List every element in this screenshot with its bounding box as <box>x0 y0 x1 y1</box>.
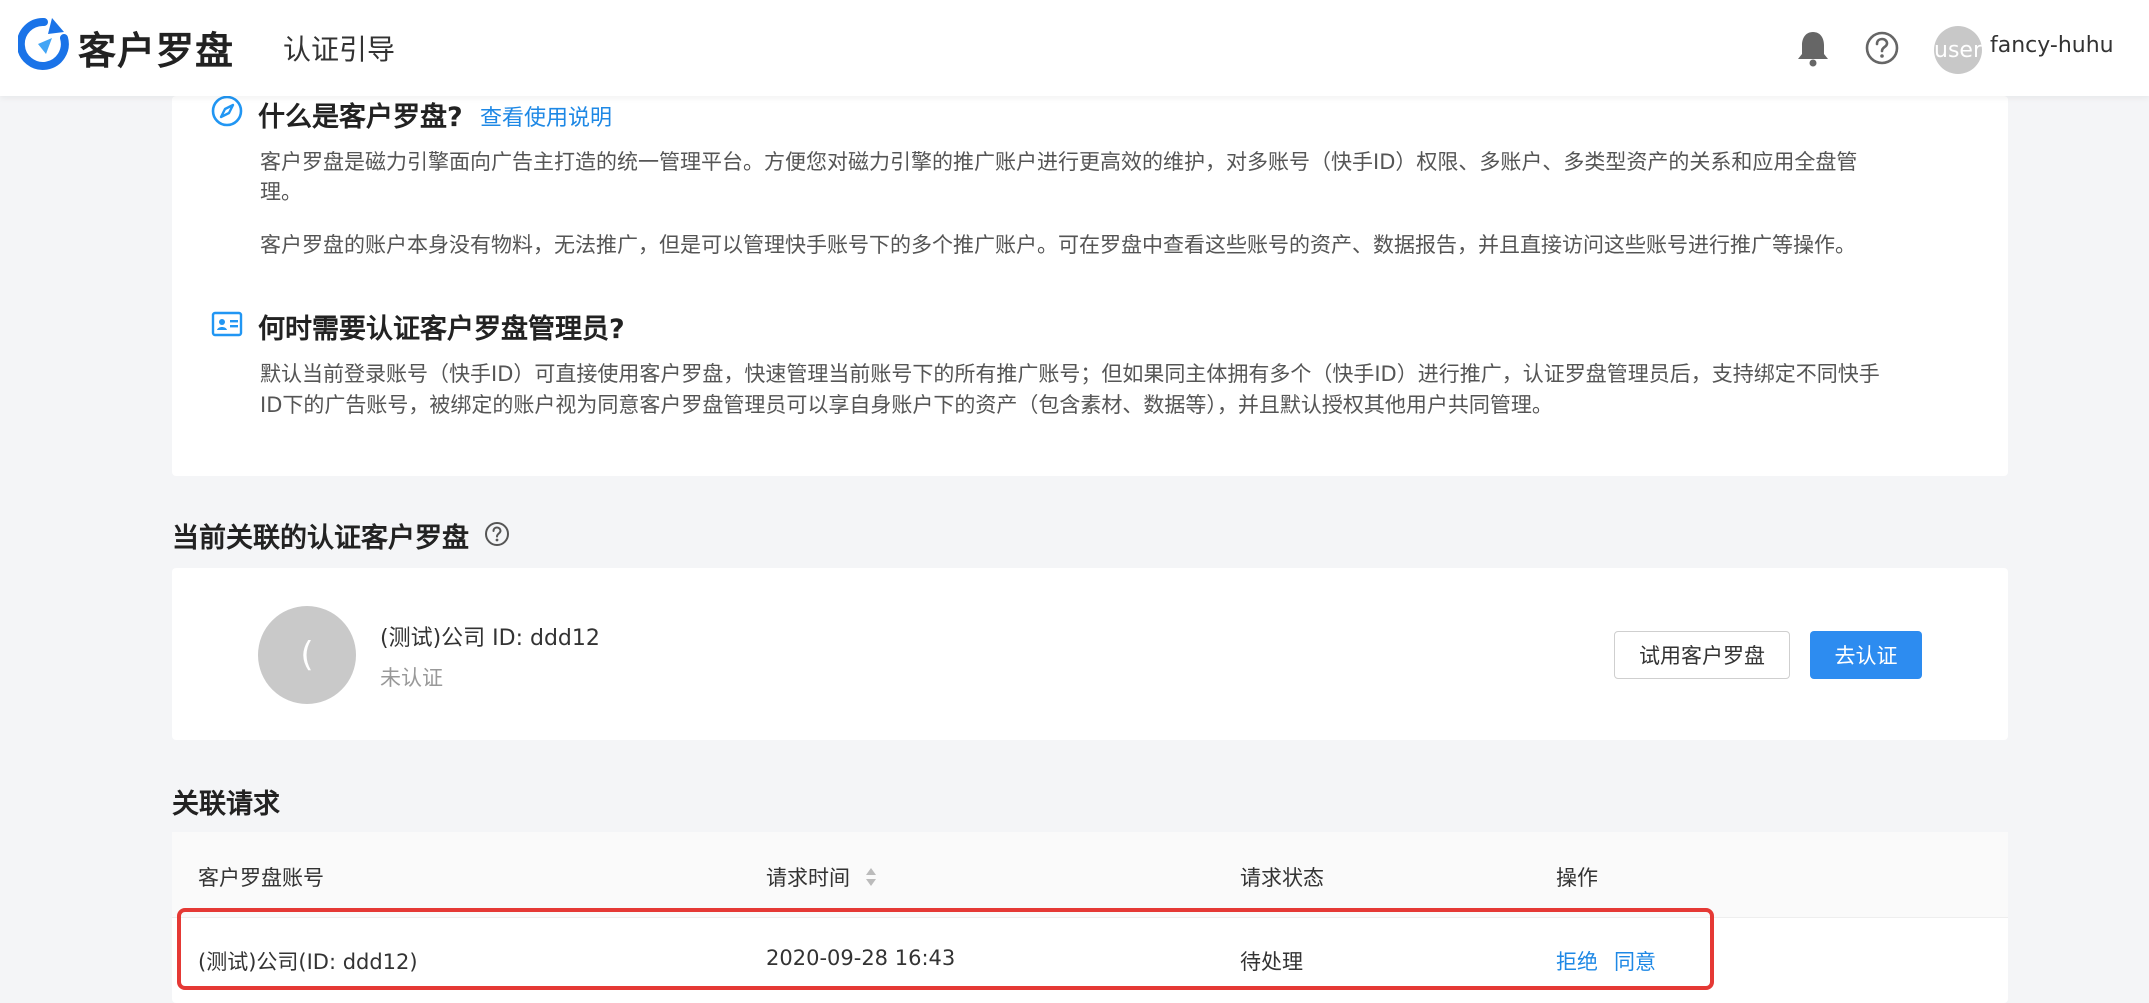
id-card-icon <box>211 311 243 337</box>
compass-logo-icon[interactable] <box>18 16 70 78</box>
what-is-paragraph-1-line-1: 客户罗盘是磁力引擎面向广告主打造的统一管理平台。方便您对磁力引擎的推广账户进行更… <box>260 150 1858 174</box>
when-paragraph-line-1: 默认当前登录账号（快手ID）可直接使用客户罗盘，快速管理当前账号下的所有推广账号… <box>260 362 1880 386</box>
compass-icon <box>211 95 243 127</box>
brand-name[interactable]: 客户罗盘 <box>78 20 234 75</box>
trial-compass-button[interactable]: 试用客户罗盘 <box>1614 631 1790 679</box>
sort-icon[interactable] <box>864 866 878 888</box>
what-is-paragraph-2: 客户罗盘的账户本身没有物料，无法推广，但是可以管理快手账号下的多个推广账户。可在… <box>260 233 1856 257</box>
help-icon[interactable] <box>1864 30 1900 66</box>
top-bar: 客户罗盘 认证引导 user fancy-huhu <box>0 0 2149 96</box>
certify-button[interactable]: 去认证 <box>1810 631 1922 679</box>
question-icon[interactable] <box>484 521 510 547</box>
company-avatar: ( <box>258 606 356 704</box>
bell-icon[interactable] <box>1796 29 1830 67</box>
what-is-title: 什么是客户罗盘? <box>258 102 463 133</box>
linked-compass-heading: 当前关联的认证客户罗盘 <box>172 523 469 554</box>
what-is-paragraph-1-line-2: 理。 <box>260 180 302 204</box>
column-header-status: 请求状态 <box>1240 866 1324 890</box>
when-paragraph-line-2: ID下的广告账号，被绑定的账户视为同意客户罗盘管理员可以享自身账户下的资产（包含… <box>260 393 1553 417</box>
column-header-time[interactable]: 请求时间 <box>766 862 850 892</box>
column-header-account: 客户罗盘账号 <box>198 866 324 890</box>
when-title: 何时需要认证客户罗盘管理员? <box>258 314 625 345</box>
username[interactable]: fancy-huhu <box>1990 33 2114 58</box>
certification-status: 未认证 <box>380 666 443 690</box>
row-highlight-annotation <box>177 908 1714 990</box>
link-requests-heading: 关联请求 <box>172 789 280 820</box>
user-avatar[interactable]: user <box>1934 26 1982 74</box>
column-header-actions: 操作 <box>1556 866 1598 890</box>
page-title: 认证引导 <box>283 33 396 66</box>
company-name: (测试)公司 ID: ddd12 <box>380 626 600 651</box>
table-header <box>172 832 2008 918</box>
usage-guide-link[interactable]: 查看使用说明 <box>480 100 612 132</box>
